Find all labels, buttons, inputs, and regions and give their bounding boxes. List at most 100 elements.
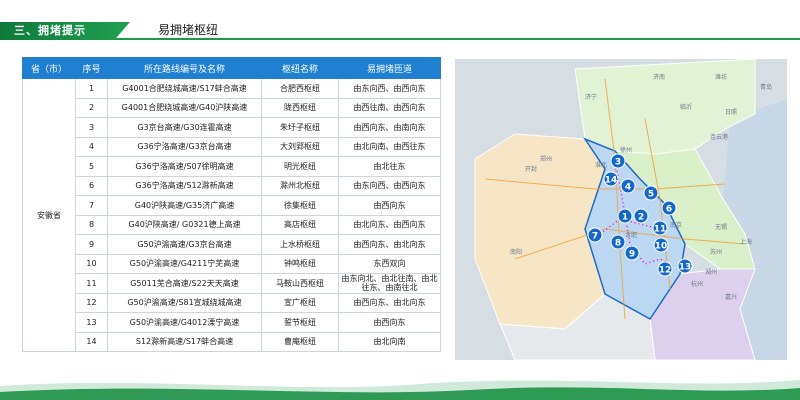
row-ramp: 由西向东、由北向东 bbox=[338, 234, 441, 255]
row-hub: 明光枢纽 bbox=[261, 156, 339, 177]
row-number: 5 bbox=[75, 156, 108, 177]
row-route: G36宁洛高速/S12滁新高速 bbox=[107, 175, 262, 196]
city-label: 淮北 bbox=[595, 161, 607, 169]
hub-marker: 11 bbox=[652, 220, 668, 236]
hub-map: 济南 郑州 南阳 合肥 南京 上海 杭州 苏州 徐州 连云港 开封 淮北 湖州 … bbox=[455, 59, 787, 360]
row-number: 10 bbox=[75, 253, 108, 274]
row-number: 2 bbox=[75, 97, 108, 118]
row-hub: 誓节枢纽 bbox=[261, 312, 339, 333]
row-ramp: 由西往南、由西向东 bbox=[338, 97, 441, 118]
row-route: G36宁洛高速/S07徐明高速 bbox=[107, 156, 262, 177]
row-number: 6 bbox=[75, 175, 108, 196]
row-number: 7 bbox=[75, 195, 108, 216]
row-ramp: 由北向东、由西向东 bbox=[338, 214, 441, 235]
table-row: 9 G50沪渝高速/G3京台高速 上水桥枢纽 由西向东、由北向东 bbox=[23, 234, 441, 255]
row-ramp: 由西向东 bbox=[338, 312, 441, 333]
section-tab: 三、拥堵提示 bbox=[0, 22, 130, 40]
city-label: 合肥 bbox=[625, 231, 637, 239]
svg-text:9: 9 bbox=[629, 250, 635, 260]
page-title: 易拥堵枢纽 bbox=[158, 23, 219, 37]
svg-text:2: 2 bbox=[638, 213, 644, 223]
svg-text:13: 13 bbox=[679, 263, 692, 273]
row-number: 1 bbox=[75, 78, 108, 99]
row-number: 11 bbox=[75, 273, 108, 294]
hub-marker: 2 bbox=[633, 208, 649, 224]
svg-text:1: 1 bbox=[622, 213, 628, 223]
row-hub: 朱圩子枢纽 bbox=[261, 117, 339, 138]
row-route: G3京台高速/G30连霍高速 bbox=[107, 117, 262, 138]
table-row: 3 G3京台高速/G30连霍高速 朱圩子枢纽 由西向东、由南向东 bbox=[23, 117, 441, 138]
hub-marker: 13 bbox=[677, 258, 693, 274]
row-route: G36宁洛高速/G3京台高速 bbox=[107, 136, 262, 157]
row-ramp: 东西双向 bbox=[338, 253, 441, 274]
svg-text:3: 3 bbox=[615, 158, 621, 168]
row-route: G4001合肥绕城高速/S17蚌合高速 bbox=[107, 78, 262, 99]
city-label: 苏州 bbox=[710, 248, 722, 256]
city-label: 嘉兴 bbox=[725, 293, 737, 301]
row-number: 12 bbox=[75, 292, 108, 313]
svg-text:12: 12 bbox=[659, 266, 672, 276]
col-number: 序号 bbox=[75, 57, 108, 79]
table-row: 10 G50沪渝高速/G4211宁芜高速 钟鸣枢纽 东西双向 bbox=[23, 253, 441, 274]
row-route: G5011芜合高速/S22天天高速 bbox=[107, 273, 262, 294]
row-ramp: 由西向东、由北向东 bbox=[338, 292, 441, 313]
row-number: 4 bbox=[75, 136, 108, 157]
city-label: 上海 bbox=[740, 238, 752, 246]
hub-marker: 10 bbox=[653, 237, 669, 253]
row-ramp: 由东向西、由西向东 bbox=[338, 78, 441, 99]
row-number: 3 bbox=[75, 117, 108, 138]
hub-marker: 9 bbox=[624, 245, 640, 261]
col-province: 省（市） bbox=[22, 57, 76, 79]
hub-marker: 1 bbox=[617, 208, 633, 224]
table-row: 6 G36宁洛高速/S12滁新高速 滁州北枢纽 由东向西、由西向东 bbox=[23, 175, 441, 196]
row-route: G50沪渝高速/G4211宁芜高速 bbox=[107, 253, 262, 274]
city-label: 杭州 bbox=[691, 280, 703, 288]
row-hub: 徐集枢纽 bbox=[261, 195, 339, 216]
city-label: 临沂 bbox=[680, 103, 692, 111]
col-hub: 枢纽名称 bbox=[261, 57, 339, 79]
row-ramp: 由北向南、由西往东 bbox=[338, 136, 441, 157]
row-ramp: 由北往东 bbox=[338, 156, 441, 177]
hub-marker: 7 bbox=[587, 227, 603, 243]
city-label: 青岛 bbox=[760, 83, 772, 91]
svg-text:11: 11 bbox=[654, 225, 667, 235]
col-route: 所在路线编号及名称 bbox=[107, 57, 262, 79]
city-label: 郑州 bbox=[540, 155, 552, 163]
row-hub: 曹庵枢纽 bbox=[261, 331, 339, 352]
row-route: G50沪渝高速/G3京台高速 bbox=[107, 234, 262, 255]
city-label: 徐州 bbox=[620, 146, 632, 154]
city-label: 潍坊 bbox=[715, 73, 727, 81]
hub-marker: 5 bbox=[643, 185, 659, 201]
table-row: 14 S12滁新高速/S17蚌合高速 曹庵枢纽 由北向南 bbox=[23, 331, 441, 352]
row-hub: 上水桥枢纽 bbox=[261, 234, 339, 255]
row-hub: 陇西枢纽 bbox=[261, 97, 339, 118]
hub-marker: 4 bbox=[620, 178, 636, 194]
svg-text:10: 10 bbox=[655, 242, 668, 252]
city-label: 南阳 bbox=[510, 248, 522, 256]
row-hub: 高店枢纽 bbox=[261, 214, 339, 235]
row-number: 14 bbox=[75, 331, 108, 352]
row-hub: 滁州北枢纽 bbox=[261, 175, 339, 196]
city-label: 日照 bbox=[725, 109, 737, 116]
col-ramp: 易拥堵匝道 bbox=[338, 57, 441, 79]
row-number: 13 bbox=[75, 312, 108, 333]
city-label: 济宁 bbox=[585, 93, 597, 101]
row-route: G4001合肥绕城高速/G40沪陕高速 bbox=[107, 97, 262, 118]
section-label: 三、拥堵提示 bbox=[14, 24, 86, 37]
table-row: 5 G36宁洛高速/S07徐明高速 明光枢纽 由北往东 bbox=[23, 156, 441, 177]
svg-text:6: 6 bbox=[666, 205, 672, 215]
city-label: 济南 bbox=[653, 73, 665, 81]
row-number: 8 bbox=[75, 214, 108, 235]
row-ramp: 由东向北、由北往南、由北往东、由南往北 bbox=[338, 273, 441, 294]
row-hub: 钟鸣枢纽 bbox=[261, 253, 339, 274]
table-row: 8 G40沪陕高速/ G0321德上高速 高店枢纽 由北向东、由西向东 bbox=[23, 214, 441, 235]
table-row: 7 G40沪陕高速/G35济广高速 徐集枢纽 由西向东 bbox=[23, 195, 441, 216]
hub-marker: 6 bbox=[661, 200, 677, 216]
row-route: G50沪渝高速/G4012溧宁高速 bbox=[107, 312, 262, 333]
table-row: 11 G5011芜合高速/S22天天高速 马鞍山西枢纽 由东向北、由北往南、由北… bbox=[23, 273, 441, 294]
row-number: 9 bbox=[75, 234, 108, 255]
city-label: 无锡 bbox=[715, 223, 727, 231]
footer-wave bbox=[0, 380, 800, 400]
svg-text:4: 4 bbox=[625, 183, 631, 193]
hub-marker: 12 bbox=[657, 261, 673, 277]
